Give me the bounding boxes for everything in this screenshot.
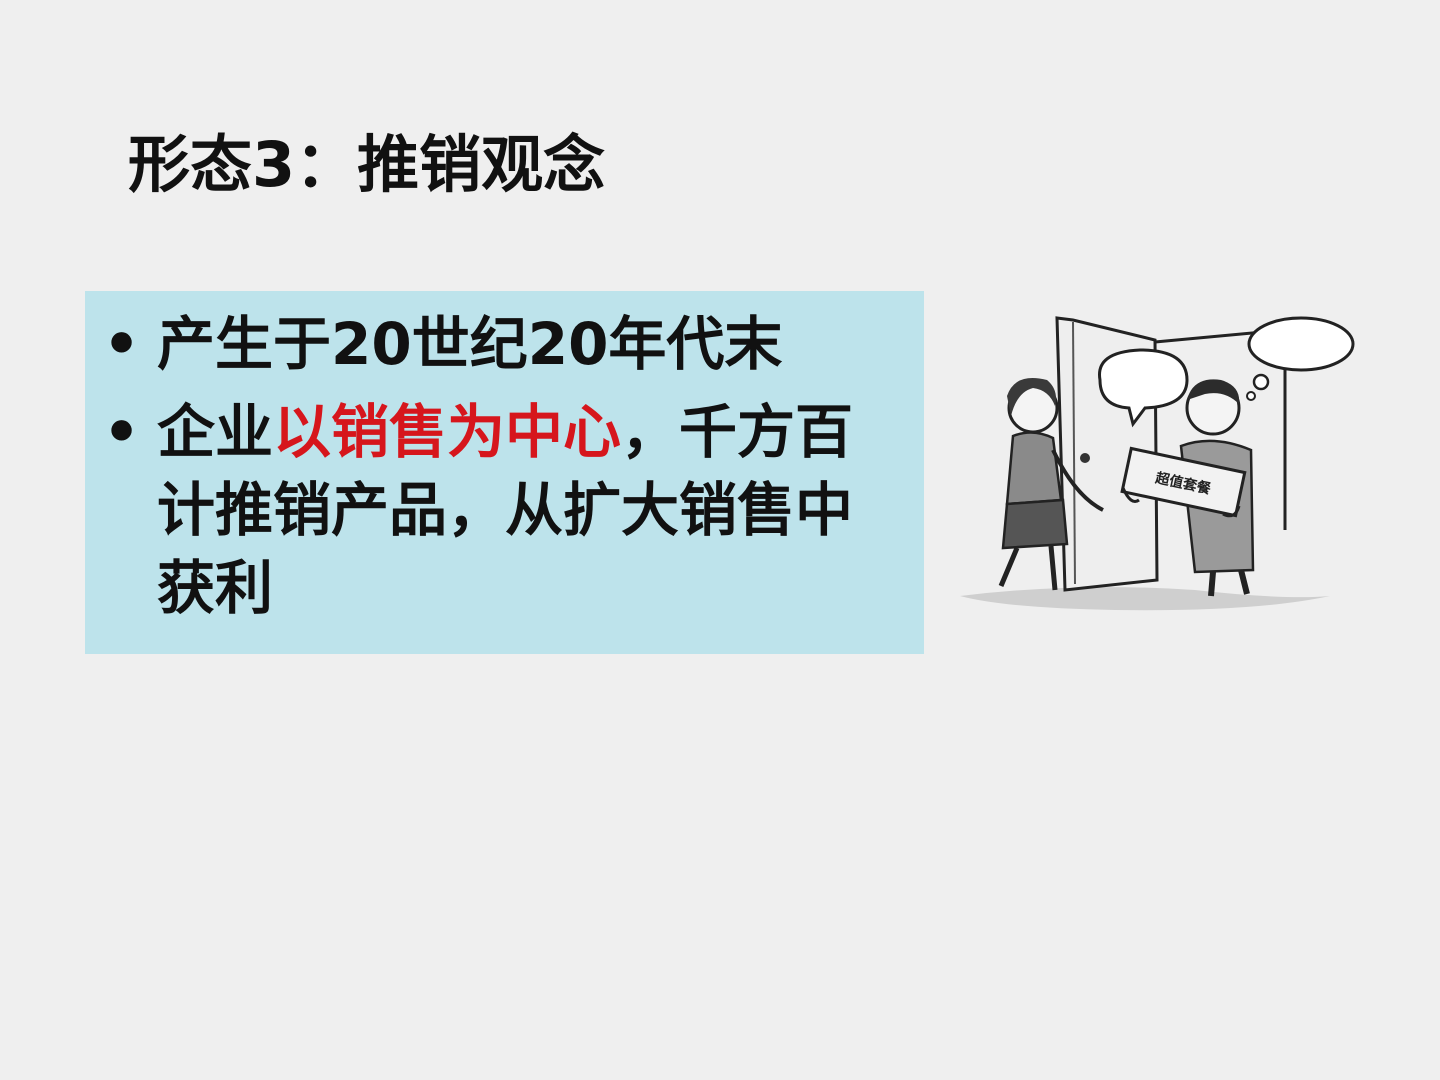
bullet-marker: • [103,398,141,466]
bullet-item-origin: • 产生于20世纪20年代末 [103,305,884,383]
cartoon-svg: 超值套餐 [960,316,1355,611]
slide-title: 形态3：推销观念 [128,128,606,201]
thought-bubble-right [1247,316,1355,372]
bullet-highlight: 以销售为中心 [273,398,622,466]
salesman-door-illustration: 超值套餐 [955,300,1365,620]
thought-dot-small [1246,391,1256,401]
bullet-item-focus: • 企业以销售为中心，千方百计推销产品，从扩大销售中获利 [103,393,884,627]
ground-shadow [960,587,1330,611]
man-legs [1208,569,1250,597]
bullet-text: 产生于20世纪20年代末 [157,310,783,378]
content-box: • 产生于20世纪20年代末 • 企业以销售为中心，千方百计推销产品，从扩大销售… [85,291,924,654]
door-knob-icon [1080,453,1090,463]
woman-top [1005,431,1063,506]
woman-skirt [1001,498,1069,550]
bullet-text-prefix: 企业 [157,398,274,466]
bullet-marker: • [103,310,141,378]
thought-dot-large [1252,373,1270,391]
woman-legs [998,545,1058,591]
